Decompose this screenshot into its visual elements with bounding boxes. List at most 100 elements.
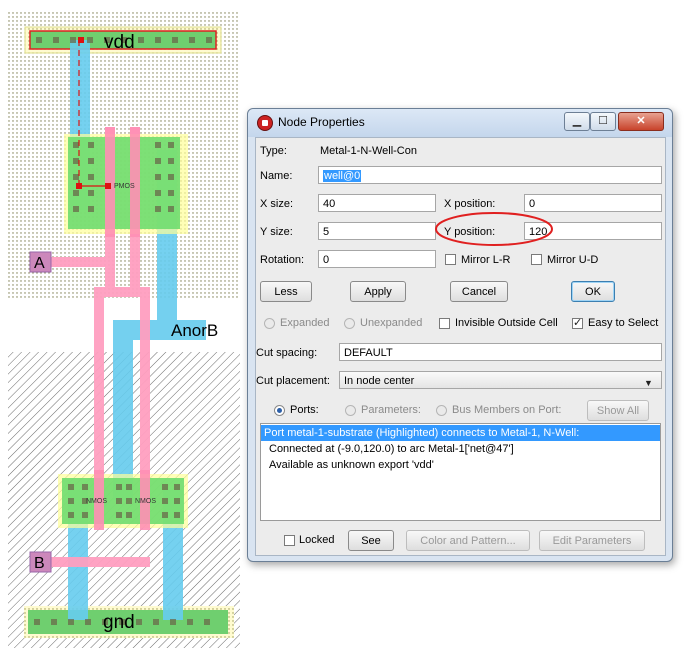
contact-cut xyxy=(82,484,88,490)
cut-placement-select[interactable]: In node center xyxy=(339,371,662,389)
app-icon xyxy=(257,115,273,131)
contact-cut xyxy=(88,206,94,212)
contact-cut xyxy=(168,206,174,212)
contact-cut xyxy=(168,142,174,148)
cut-placement-value: In node center xyxy=(344,375,415,387)
output-label: AnorB xyxy=(171,321,218,340)
expanded-label: Expanded xyxy=(280,317,330,329)
contact-cut xyxy=(126,484,132,490)
cut-placement-label: Cut placement: xyxy=(256,375,330,387)
pin-a-label: A xyxy=(34,255,45,272)
locked-checkbox[interactable] xyxy=(284,535,295,546)
contact-cut xyxy=(88,190,94,196)
cut-spacing-label: Cut spacing: xyxy=(256,347,318,359)
dialog-title: Node Properties xyxy=(278,115,365,129)
contact-cut xyxy=(155,158,161,164)
contact-cut xyxy=(204,619,210,625)
contact-cut xyxy=(73,142,79,148)
xsize-field[interactable]: 40 xyxy=(318,194,436,212)
name-field[interactable]: well@0 xyxy=(318,166,662,184)
contact-cut xyxy=(170,619,176,625)
pin-b-label: B xyxy=(34,555,45,572)
parameters-label: Parameters: xyxy=(361,404,421,416)
easy-to-select-checkbox[interactable] xyxy=(572,316,583,329)
apply-button[interactable]: Apply xyxy=(350,281,406,302)
cancel-button[interactable]: Cancel xyxy=(450,281,508,302)
name-label: Name: xyxy=(260,170,293,182)
easy-to-select-label: Easy to Select xyxy=(588,317,659,329)
contact-cut xyxy=(68,498,74,504)
list-item[interactable]: Available as unknown export 'vdd' xyxy=(261,457,660,473)
parameters-radio[interactable] xyxy=(345,405,356,416)
ports-label: Ports: xyxy=(290,404,319,416)
see-button[interactable]: See xyxy=(348,530,394,551)
color-pattern-button[interactable]: Color and Pattern... xyxy=(406,530,530,551)
list-item[interactable]: Connected at (-9.0,120.0) to arc Metal-1… xyxy=(261,441,660,457)
ypos-label: Y position: xyxy=(444,226,496,238)
invisible-outside-label: Invisible Outside Cell xyxy=(455,317,558,329)
cut-spacing-field[interactable]: DEFAULT xyxy=(339,343,662,361)
ports-list[interactable]: Port metal-1-substrate (Highlighted) con… xyxy=(260,423,661,521)
contact-cut xyxy=(88,174,94,180)
contact-cut xyxy=(116,512,122,518)
contact-cut xyxy=(155,174,161,180)
node-properties-dialog[interactable]: Node Properties ▁ ☐ ✕ Type: Metal-1-N-We… xyxy=(247,108,673,562)
contact-cut xyxy=(53,37,59,43)
contact-cut xyxy=(162,484,168,490)
invisible-outside-checkbox[interactable] xyxy=(439,318,450,329)
contact-cut xyxy=(34,619,40,625)
contact-cut xyxy=(138,37,144,43)
ports-radio[interactable] xyxy=(274,405,285,416)
contact-cut xyxy=(68,619,74,625)
contact-cut xyxy=(116,484,122,490)
ysize-field[interactable]: 5 xyxy=(318,222,436,240)
ok-button[interactable]: OK xyxy=(571,281,615,302)
xpos-label: X position: xyxy=(444,198,496,210)
xsize-label: X size: xyxy=(260,198,294,210)
contact-cut xyxy=(73,158,79,164)
contact-cut xyxy=(126,512,132,518)
contact-cut xyxy=(116,498,122,504)
minimize-button[interactable]: ▁ xyxy=(564,112,590,131)
contact-cut xyxy=(88,142,94,148)
maximize-button[interactable]: ☐ xyxy=(590,112,616,131)
type-label: Type: xyxy=(260,145,287,157)
contact-cut xyxy=(155,142,161,148)
contact-cut xyxy=(73,174,79,180)
contact-cut xyxy=(88,158,94,164)
contact-cut xyxy=(189,37,195,43)
contact-cut xyxy=(155,37,161,43)
dialog-content: Type: Metal-1-N-Well-Con Name: well@0 X … xyxy=(255,137,666,556)
title-bar[interactable]: Node Properties ▁ ☐ ✕ xyxy=(248,109,672,137)
contact-cut xyxy=(162,512,168,518)
close-button[interactable]: ✕ xyxy=(618,112,664,131)
minimize-icon: ▁ xyxy=(572,115,582,127)
ypos-field[interactable]: 120 xyxy=(524,222,662,240)
unexpanded-radio[interactable] xyxy=(344,318,355,329)
contact-cut xyxy=(174,484,180,490)
maximize-icon: ☐ xyxy=(598,115,608,127)
locked-label: Locked xyxy=(299,534,335,546)
contact-cut xyxy=(153,619,159,625)
rotation-label: Rotation: xyxy=(260,254,305,266)
bus-members-label: Bus Members on Port: xyxy=(452,404,562,416)
expanded-radio[interactable] xyxy=(264,318,275,329)
highlight-node-top xyxy=(78,37,84,43)
bus-members-radio[interactable] xyxy=(436,405,447,416)
contact-cut xyxy=(168,174,174,180)
close-icon: ✕ xyxy=(636,115,646,127)
mirror-ud-checkbox[interactable] xyxy=(531,254,542,265)
list-item[interactable]: Port metal-1-substrate (Highlighted) con… xyxy=(261,425,660,441)
contact-cut xyxy=(206,37,212,43)
mirror-ud-label: Mirror U-D xyxy=(547,254,599,266)
show-all-button[interactable]: Show All xyxy=(587,400,649,421)
nmos1-label: NMOS xyxy=(86,498,107,505)
mirror-lr-checkbox[interactable] xyxy=(445,254,456,265)
unexpanded-label: Unexpanded xyxy=(360,317,423,329)
contact-cut xyxy=(73,190,79,196)
rotation-field[interactable]: 0 xyxy=(318,250,436,268)
less-button[interactable]: Less xyxy=(260,281,312,302)
xpos-field[interactable]: 0 xyxy=(524,194,662,212)
contact-cut xyxy=(174,512,180,518)
edit-parameters-button[interactable]: Edit Parameters xyxy=(539,530,645,551)
